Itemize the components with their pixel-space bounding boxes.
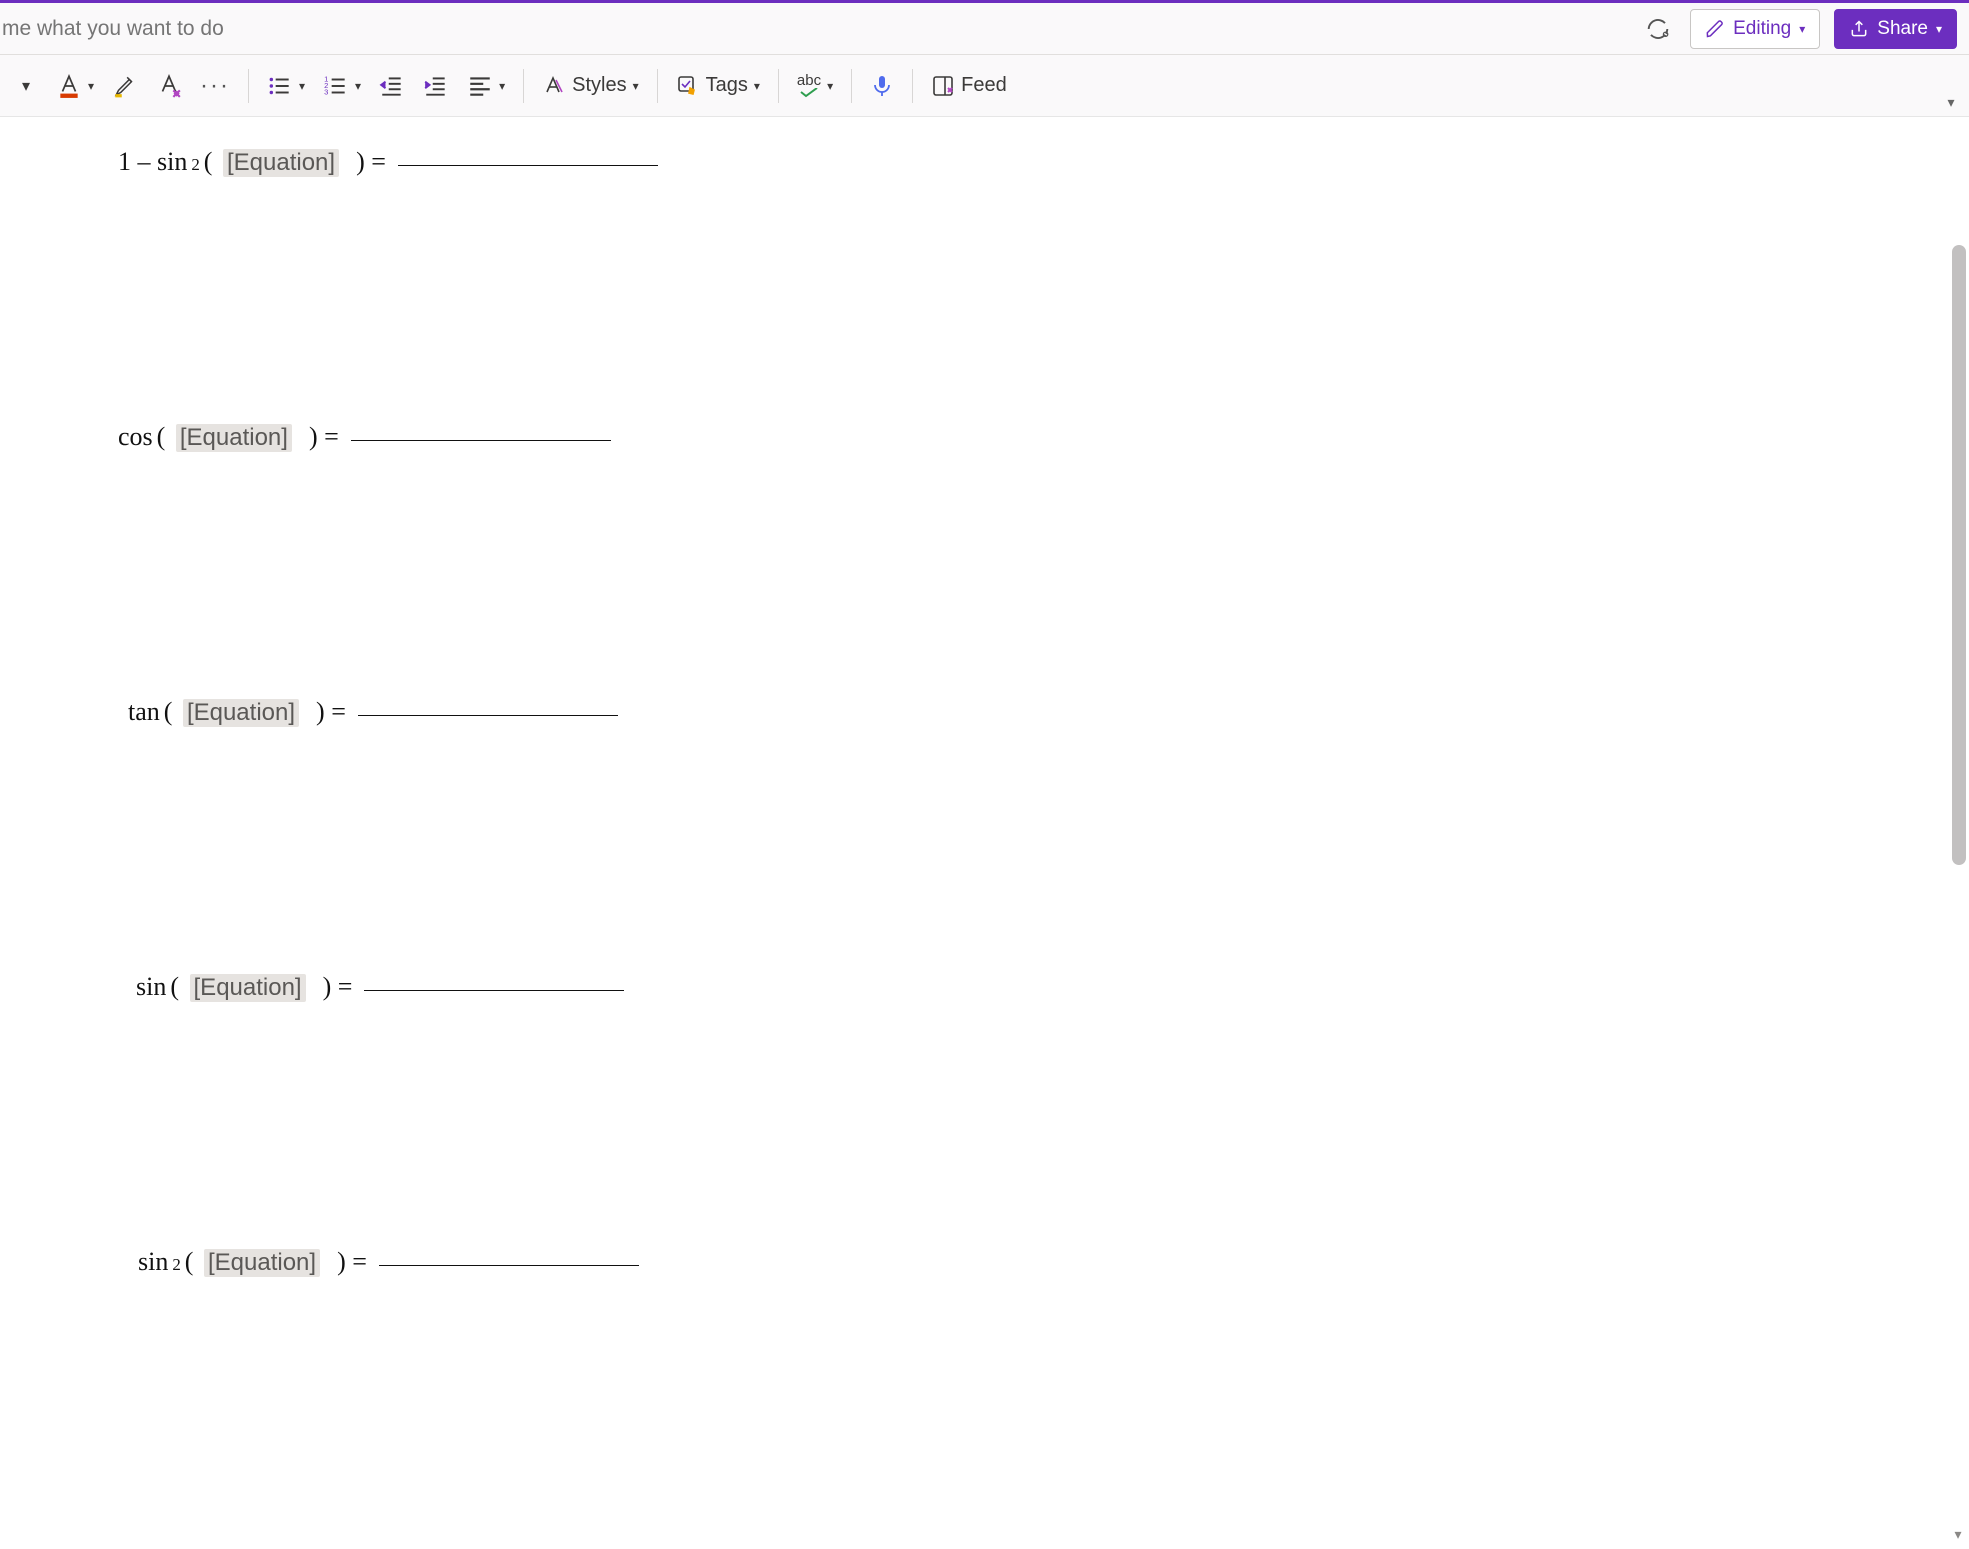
equation-line[interactable]: tan( [Equation] ) = (118, 697, 1969, 727)
answer-blank[interactable] (398, 165, 658, 166)
numbering-icon: 1 2 3 (323, 73, 349, 99)
chevron-down-icon: ▾ (1936, 22, 1942, 36)
chevron-down-icon: ▾ (1947, 94, 1954, 111)
equation-close: ) = (296, 422, 339, 452)
answer-blank[interactable] (351, 440, 611, 441)
alignment-button[interactable]: ▾ (461, 64, 511, 108)
equation-open-paren: ( (157, 422, 172, 452)
svg-text:3: 3 (324, 87, 328, 96)
spellcheck-icon: abc (797, 73, 821, 98)
equation-close: ) = (324, 1247, 367, 1277)
scroll-down-arrow[interactable]: ▾ (1947, 1523, 1969, 1545)
dictate-button[interactable] (864, 64, 900, 108)
equation-prefix: cos (118, 422, 153, 452)
equation-close: ) = (310, 972, 353, 1002)
ribbon-toolbar: ▾ ▾ (0, 55, 1969, 117)
equation-placeholder[interactable]: [Equation] (176, 424, 292, 452)
feed-label: Feed (961, 74, 1007, 97)
font-color-icon (56, 73, 82, 99)
styles-icon (542, 74, 566, 98)
clear-formatting-button[interactable] (150, 64, 188, 108)
bullets-button[interactable]: ▾ (261, 64, 311, 108)
equation-close: ) = (303, 697, 346, 727)
styles-button[interactable]: Styles ▾ (536, 64, 645, 108)
equation-open-paren: ( (204, 147, 219, 177)
share-button[interactable]: Share ▾ (1834, 9, 1957, 49)
tellme-input[interactable] (0, 13, 1630, 45)
ellipsis-icon: ··· (200, 72, 230, 100)
equation-placeholder[interactable]: [Equation] (223, 149, 339, 177)
tellme-bar: Editing ▾ Share ▾ (0, 3, 1969, 55)
font-color-button[interactable]: ▾ (50, 64, 100, 108)
equation-line[interactable]: sin( [Equation] ) = (118, 972, 1969, 1002)
equation-placeholder[interactable]: [Equation] (183, 699, 299, 727)
ribbon-separator (523, 69, 524, 103)
editing-mode-label: Editing (1733, 18, 1791, 40)
ribbon-separator (248, 69, 249, 103)
equation-open-paren: ( (185, 1247, 200, 1277)
answer-blank[interactable] (358, 715, 618, 716)
chevron-down-icon: ▾ (355, 79, 361, 93)
more-font-options[interactable]: ··· (194, 64, 236, 108)
ribbon-separator (657, 69, 658, 103)
equation-line[interactable]: cos( [Equation] ) = (118, 422, 1969, 452)
align-left-icon (467, 73, 493, 99)
vertical-scrollbar[interactable]: ▾ (1947, 117, 1969, 1549)
chevron-down-icon: ▾ (827, 79, 833, 93)
outdent-button[interactable] (373, 64, 411, 108)
scrollbar-thumb[interactable] (1952, 245, 1966, 865)
answer-blank[interactable] (364, 990, 624, 991)
equation-line[interactable]: sin2( [Equation] ) = (118, 1247, 1969, 1277)
equation-placeholder[interactable]: [Equation] (204, 1249, 320, 1277)
ribbon-separator (912, 69, 913, 103)
chevron-down-icon: ▾ (633, 79, 639, 93)
feed-button[interactable]: Feed (925, 64, 1013, 108)
feed-icon (931, 74, 955, 98)
equation-open-paren: ( (170, 972, 185, 1002)
microphone-icon (870, 73, 894, 99)
ribbon-separator (851, 69, 852, 103)
chevron-down-icon: ▾ (88, 79, 94, 93)
highlighter-icon (112, 73, 138, 99)
share-label: Share (1877, 18, 1928, 40)
spellcheck-button[interactable]: abc ▾ (791, 64, 839, 108)
tags-icon (676, 74, 700, 98)
tags-button[interactable]: Tags ▾ (670, 64, 766, 108)
tags-label: Tags (706, 74, 748, 97)
highlight-button[interactable] (106, 64, 144, 108)
editing-mode-button[interactable]: Editing ▾ (1690, 9, 1820, 49)
chevron-down-icon: ▾ (1799, 22, 1805, 36)
outdent-icon (379, 73, 405, 99)
equation-close: ) = (343, 147, 386, 177)
numbering-button[interactable]: 1 2 3 ▾ (317, 64, 367, 108)
document-area[interactable]: 1 – sin2( [Equation] ) = cos( [Equation] … (0, 117, 1969, 1549)
answer-blank[interactable] (379, 1265, 639, 1266)
indent-icon (423, 73, 449, 99)
more-options-chevron[interactable]: ▾ (8, 64, 44, 108)
equation-prefix: 1 – sin (118, 147, 187, 177)
share-icon (1849, 19, 1869, 39)
indent-button[interactable] (417, 64, 455, 108)
clear-format-icon (156, 73, 182, 99)
catch-up-icon[interactable] (1640, 11, 1676, 47)
bullets-icon (267, 73, 293, 99)
ribbon-separator (778, 69, 779, 103)
equation-prefix: sin (136, 972, 166, 1002)
pencil-icon (1705, 19, 1725, 39)
styles-label: Styles (572, 74, 626, 97)
ribbon-expand-chevron[interactable]: ▾ (1939, 90, 1963, 114)
chevron-down-icon: ▾ (299, 79, 305, 93)
document-content[interactable]: 1 – sin2( [Equation] ) = cos( [Equation] … (0, 117, 1969, 1317)
chevron-down-icon: ▾ (22, 76, 30, 96)
chevron-down-icon: ▾ (754, 79, 760, 93)
equation-prefix: tan (128, 697, 160, 727)
equation-line[interactable]: 1 – sin2( [Equation] ) = (118, 147, 1969, 177)
equation-open-paren: ( (164, 697, 179, 727)
chevron-down-icon: ▾ (499, 79, 505, 93)
equation-prefix: sin (138, 1247, 168, 1277)
equation-placeholder[interactable]: [Equation] (190, 974, 306, 1002)
